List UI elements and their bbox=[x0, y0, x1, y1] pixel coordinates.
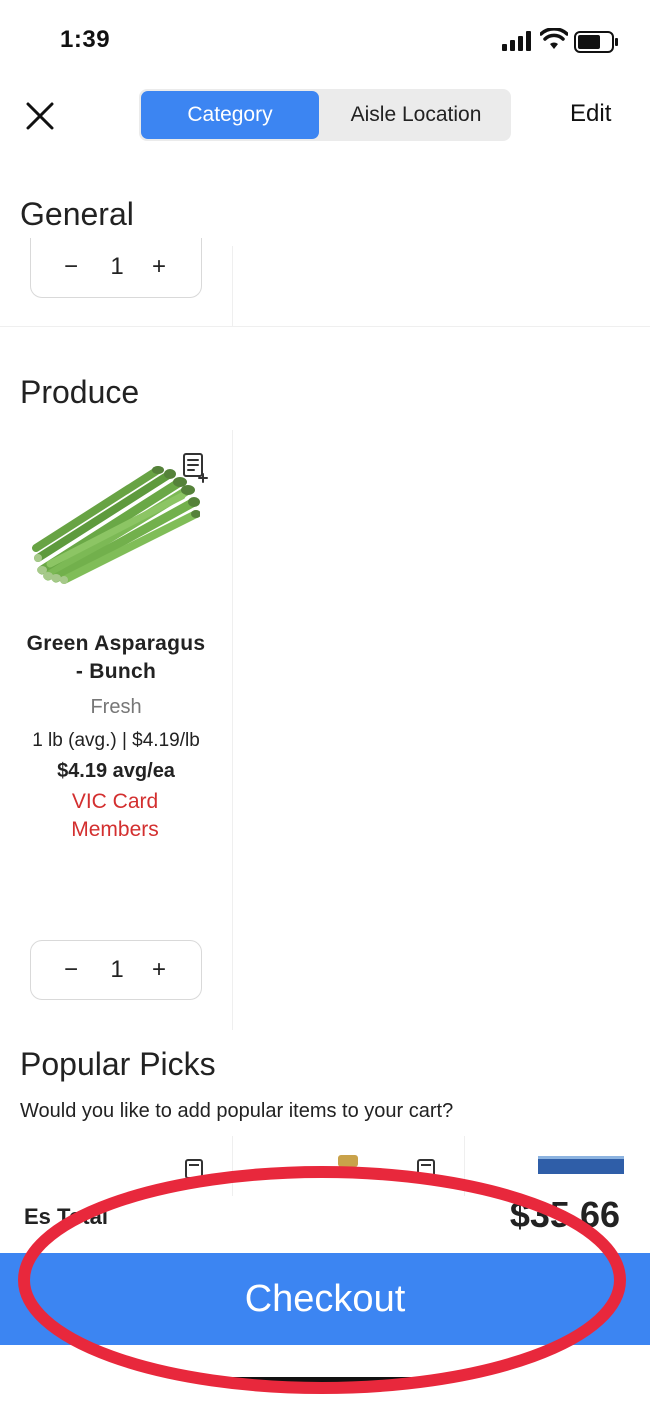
section-divider bbox=[0, 326, 650, 327]
status-bar: 1:39 bbox=[0, 0, 650, 80]
view-toggle: Category Aisle Location bbox=[139, 89, 511, 141]
popular-item-thumbnail[interactable] bbox=[538, 1156, 624, 1174]
increase-button[interactable]: + bbox=[139, 238, 179, 296]
checkout-button[interactable]: Checkout bbox=[0, 1253, 650, 1345]
estimated-total-value: $35.66 bbox=[509, 1194, 620, 1235]
decrease-button[interactable]: − bbox=[51, 238, 91, 296]
tab-category[interactable]: Category bbox=[141, 91, 319, 139]
estimated-total-label: Es Total bbox=[24, 1204, 108, 1229]
promo-line2: Members bbox=[71, 818, 159, 841]
quantity-stepper-produce: − 1 + bbox=[30, 940, 202, 1000]
popular-item-thumbnail[interactable] bbox=[338, 1155, 358, 1167]
section-title-general: General bbox=[20, 196, 134, 232]
product-name-line2: - Bunch bbox=[75, 660, 157, 683]
product-tag: Fresh bbox=[90, 696, 142, 718]
column-divider bbox=[464, 1136, 465, 1196]
product-unit-price: 1 lb (avg.) | $4.19/lb bbox=[32, 730, 200, 751]
home-indicator bbox=[210, 1377, 440, 1385]
quantity-stepper-general: − 1 + bbox=[30, 238, 202, 298]
section-title-produce: Produce bbox=[20, 374, 140, 410]
product-promo: VIC Card Members bbox=[40, 788, 190, 844]
edit-button[interactable]: Edit bbox=[570, 100, 611, 128]
decrease-button[interactable]: − bbox=[51, 941, 91, 999]
product-name[interactable]: Green Asparagus - Bunch bbox=[0, 630, 232, 686]
quantity-value: 1 bbox=[110, 253, 124, 280]
quantity-value: 1 bbox=[110, 956, 124, 983]
column-divider bbox=[232, 246, 233, 326]
section-title-popular-picks: Popular Picks bbox=[20, 1046, 216, 1082]
wifi-icon bbox=[540, 28, 568, 49]
status-time: 1:39 bbox=[60, 26, 111, 53]
close-icon[interactable] bbox=[22, 98, 58, 134]
top-nav: Category Aisle Location Edit bbox=[0, 80, 650, 152]
product-image-asparagus bbox=[32, 466, 200, 584]
tab-aisle-location[interactable]: Aisle Location bbox=[323, 91, 509, 139]
product-name-line1: Green Asparagus bbox=[26, 632, 206, 655]
popular-picks-subtitle: Would you like to add popular items to y… bbox=[20, 1100, 454, 1122]
cellular-signal-icon bbox=[502, 31, 531, 51]
battery-icon bbox=[574, 31, 618, 53]
add-to-list-icon[interactable] bbox=[184, 1158, 208, 1178]
add-to-list-icon[interactable] bbox=[416, 1158, 440, 1178]
column-divider bbox=[232, 430, 233, 1030]
increase-button[interactable]: + bbox=[139, 941, 179, 999]
column-divider bbox=[232, 1136, 233, 1196]
promo-line1: VIC Card bbox=[71, 790, 159, 813]
product-price: $4.19 avg/ea bbox=[57, 760, 175, 782]
